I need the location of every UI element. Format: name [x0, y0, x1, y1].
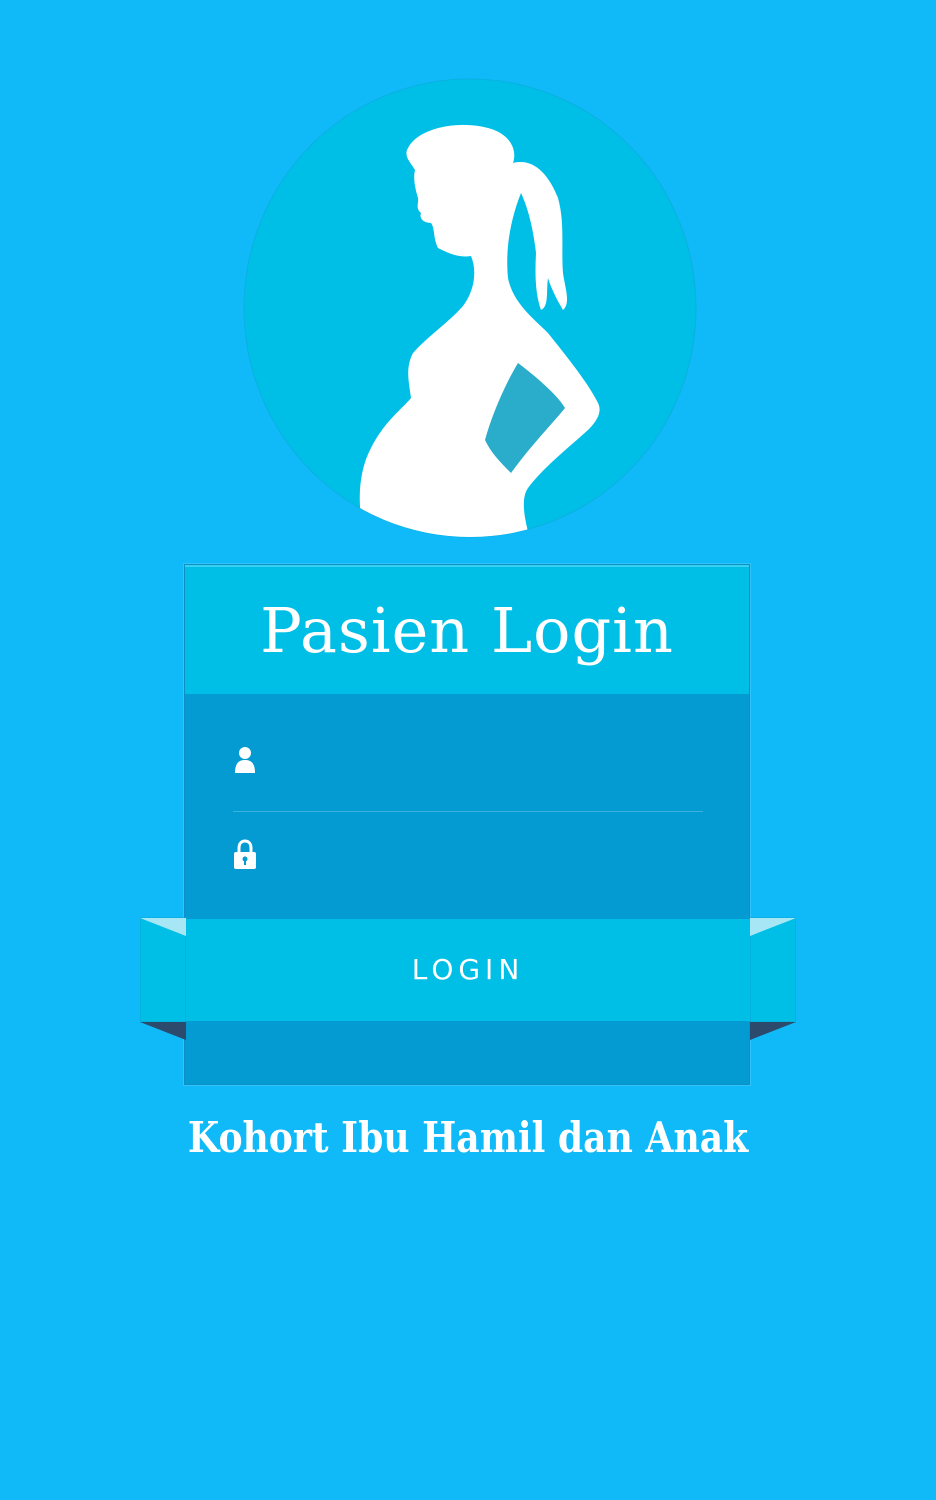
password-input[interactable] [277, 835, 701, 877]
pregnant-woman-logo [243, 78, 697, 538]
lock-icon [234, 839, 256, 869]
card-header: Pasien Login [185, 565, 749, 694]
password-field[interactable] [233, 829, 703, 889]
user-icon [235, 747, 255, 773]
username-input[interactable] [277, 739, 701, 781]
login-button[interactable]: LOGIN [186, 919, 750, 1021]
field-divider [233, 811, 703, 812]
app-title: Kohort Ibu Hamil dan Anak [187, 1113, 749, 1162]
username-field[interactable] [233, 733, 703, 793]
page-title: Pasien Login [260, 594, 674, 667]
